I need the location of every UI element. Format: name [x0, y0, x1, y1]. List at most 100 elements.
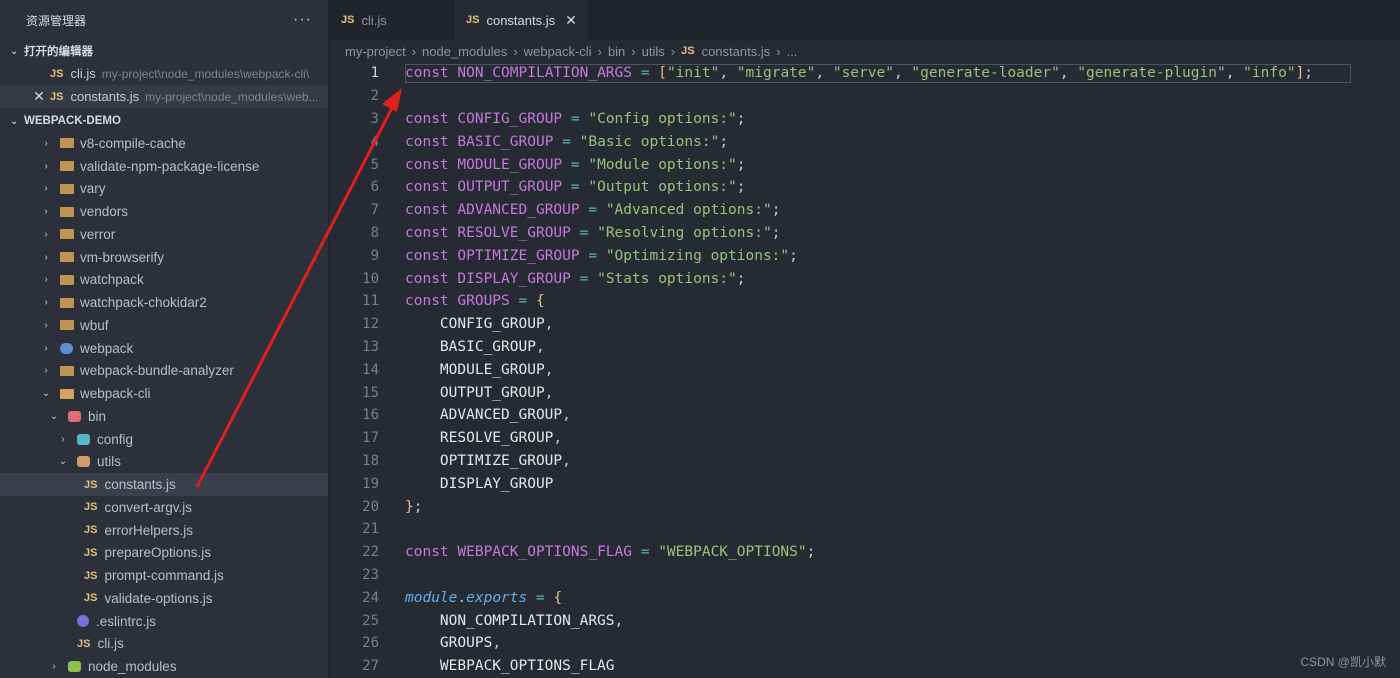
code-text: const OUTPUT_GROUP = "Output options:"; [405, 179, 746, 196]
line-number: 7 [370, 202, 379, 219]
tree-item-vendors[interactable]: › vendors [0, 200, 328, 223]
chevron-right-icon: › [44, 365, 48, 377]
code-line[interactable]: 13 BASIC_GROUP, [329, 336, 1400, 359]
tree-item-wbuf[interactable]: › wbuf [0, 314, 328, 337]
folder-icon [60, 161, 74, 172]
chevron-right-icon: › [44, 206, 48, 218]
tree-item-convert-argv-js[interactable]: JS convert-argv.js [0, 496, 328, 519]
line-number: 8 [370, 224, 379, 241]
breadcrumb-item[interactable]: utils [642, 44, 665, 59]
tree-item-webpack-bundle-analyzer[interactable]: › webpack-bundle-analyzer [0, 360, 328, 383]
code-line[interactable]: 3 const CONFIG_GROUP = "Config options:"; [329, 108, 1400, 131]
tree-item-watchpack[interactable]: › watchpack [0, 269, 328, 292]
code-text: const BASIC_GROUP = "Basic options:"; [405, 133, 729, 150]
tree-item-node-modules[interactable]: › node_modules [0, 655, 328, 678]
code-line[interactable]: 11 const GROUPS = { [329, 290, 1400, 313]
project-title: WEBPACK-DEMO [24, 115, 121, 127]
chevron-down-icon: ⌄ [10, 115, 19, 127]
folder-icon [60, 229, 74, 240]
close-icon[interactable]: ✕ [565, 12, 577, 29]
tree-item-bin[interactable]: ⌄ bin [0, 405, 328, 428]
folder-icon [60, 320, 74, 331]
tree-item-watchpack-chokidar2[interactable]: › watchpack-chokidar2 [0, 291, 328, 314]
tree-item-webpack[interactable]: › webpack [0, 337, 328, 360]
code-line[interactable]: 7 const ADVANCED_GROUP = "Advanced option… [329, 199, 1400, 222]
code-line[interactable]: 2 [329, 85, 1400, 108]
breadcrumb-item[interactable]: ... [787, 44, 798, 59]
js-file-icon: JS [77, 637, 91, 650]
code-editor[interactable]: 1 const NON_COMPILATION_ARGS = ["init", "… [329, 62, 1400, 678]
tab-constants-js[interactable]: JS constants.js ✕ [454, 0, 590, 40]
file-tree: › v8-compile-cache › validate-npm-packag… [0, 132, 328, 678]
tree-item-vary[interactable]: › vary [0, 178, 328, 201]
tree-item-vm-browserify[interactable]: › vm-browserify [0, 246, 328, 269]
tree-item-webpack-cli[interactable]: ⌄ webpack-cli [0, 382, 328, 405]
tree-item-utils[interactable]: ⌄ utils [0, 451, 328, 474]
open-editor-constants[interactable]: ✕ JS constants.js my-project\node_module… [0, 85, 328, 108]
breadcrumb-item[interactable]: bin [608, 44, 625, 59]
tree-item-errorhelpers-js[interactable]: JS errorHelpers.js [0, 519, 328, 542]
folder-icon [60, 252, 74, 263]
chevron-right-icon: › [513, 43, 518, 59]
close-icon[interactable]: ✕ [32, 88, 46, 105]
bin-folder-icon [68, 410, 81, 422]
tab-cli-js[interactable]: JS cli.js [329, 0, 454, 40]
tree-item-label: vm-browserify [80, 249, 165, 265]
code-line[interactable]: 9 const OPTIMIZE_GROUP = "Optimizing opti… [329, 244, 1400, 267]
breadcrumb-item[interactable]: my-project [345, 44, 406, 59]
code-line[interactable]: 20}; [329, 495, 1400, 518]
code-line[interactable]: 8 const RESOLVE_GROUP = "Resolving option… [329, 222, 1400, 245]
code-line[interactable]: 18 OPTIMIZE_GROUP, [329, 450, 1400, 473]
tree-item-validate-options-js[interactable]: JS validate-options.js [0, 587, 328, 610]
tree-item-constants-js[interactable]: JS constants.js [0, 473, 328, 496]
js-file-icon: JS [84, 501, 98, 514]
code-line[interactable]: 1 const NON_COMPILATION_ARGS = ["init", "… [329, 62, 1400, 85]
tree-item-label: utils [97, 454, 122, 470]
code-line[interactable]: 16 ADVANCED_GROUP, [329, 404, 1400, 427]
code-line[interactable]: 5 const MODULE_GROUP = "Module options:"; [329, 153, 1400, 176]
folder-icon [60, 365, 74, 376]
tree-item-label: vary [80, 181, 106, 197]
code-line[interactable]: 24 module.exports = { [329, 586, 1400, 609]
breadcrumb-item[interactable]: node_modules [422, 44, 507, 59]
code-text: OUTPUT_GROUP, [439, 384, 554, 401]
code-line[interactable]: 10 const DISPLAY_GROUP = "Stats options:"… [329, 267, 1400, 290]
breadcrumb-item[interactable]: constants.js [702, 44, 771, 59]
chevron-right-icon: › [44, 251, 48, 263]
code-line[interactable]: 17 RESOLVE_GROUP, [329, 427, 1400, 450]
code-line[interactable]: 19 DISPLAY_GROUP [329, 472, 1400, 495]
breadcrumb-item[interactable]: webpack-cli [524, 44, 592, 59]
open-editor-cli[interactable]: JS cli.js my-project\node_modules\webpac… [0, 62, 328, 85]
node-modules-folder-icon [68, 661, 81, 673]
breadcrumb: my-project › node_modules › webpack-cli … [345, 40, 797, 62]
code-line[interactable]: 27 WEBPACK_OPTIONS_FLAG [329, 655, 1400, 678]
tree-item-label: convert-argv.js [104, 499, 192, 515]
code-line[interactable]: 12 CONFIG_GROUP, [329, 313, 1400, 336]
tree-item-eslintrc-js[interactable]: .eslintrc.js [0, 610, 328, 633]
project-section[interactable]: ⌄ WEBPACK-DEMO [0, 110, 328, 132]
line-number: 24 [362, 589, 379, 606]
more-actions-icon[interactable]: ··· [293, 11, 312, 29]
tree-item-cli-js[interactable]: JS cli.js [0, 633, 328, 656]
tree-item-prompt-command-js[interactable]: JS prompt-command.js [0, 564, 328, 587]
line-number: 23 [362, 566, 379, 583]
line-number: 22 [362, 544, 379, 561]
open-editor-path: my-project\node_modules\web... [145, 89, 319, 104]
code-line[interactable]: 21 [329, 518, 1400, 541]
code-line[interactable]: 4 const BASIC_GROUP = "Basic options:"; [329, 130, 1400, 153]
code-line[interactable]: 26 GROUPS, [329, 632, 1400, 655]
tree-item-config[interactable]: › config [0, 428, 328, 451]
tree-item-validate-npm-package-license[interactable]: › validate-npm-package-license [0, 155, 328, 178]
code-line[interactable]: 6 const OUTPUT_GROUP = "Output options:"; [329, 176, 1400, 199]
tree-item-v8-compile-cache[interactable]: › v8-compile-cache [0, 132, 328, 155]
code-text: WEBPACK_OPTIONS_FLAG [439, 658, 615, 675]
tree-item-verror[interactable]: › verror [0, 223, 328, 246]
tree-item-prepareoptions-js[interactable]: JS prepareOptions.js [0, 542, 328, 565]
code-line[interactable]: 15 OUTPUT_GROUP, [329, 381, 1400, 404]
code-line[interactable]: 14 MODULE_GROUP, [329, 358, 1400, 381]
code-line[interactable]: 23 [329, 564, 1400, 587]
open-editors-section[interactable]: ⌄ 打开的编辑器 [0, 40, 328, 62]
code-line[interactable]: 22 const WEBPACK_OPTIONS_FLAG = "WEBPACK_… [329, 541, 1400, 564]
code-text: const DISPLAY_GROUP = "Stats options:"; [405, 270, 746, 287]
code-line[interactable]: 25 NON_COMPILATION_ARGS, [329, 609, 1400, 632]
